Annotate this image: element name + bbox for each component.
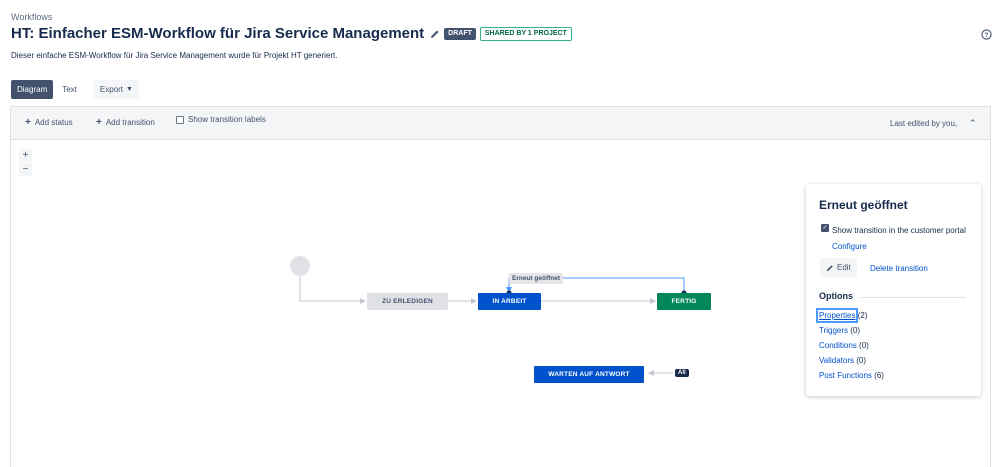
last-edited-text: Last edited by you, bbox=[890, 119, 958, 128]
collapse-icon[interactable]: ⌃ bbox=[969, 118, 977, 129]
properties-count: (2) bbox=[857, 311, 868, 320]
plus-icon: + bbox=[25, 116, 31, 128]
workflow-description: Dieser einfache ESM-Workflow für Jira Se… bbox=[11, 51, 338, 60]
transition-label[interactable]: Erneut geöffnet bbox=[509, 273, 564, 284]
status-done[interactable]: FERTIG bbox=[657, 293, 711, 310]
validators-count: (0) bbox=[856, 356, 866, 365]
triggers-link[interactable]: Triggers bbox=[819, 326, 848, 335]
options-heading: Options bbox=[819, 291, 853, 301]
edit-label: Edit bbox=[837, 263, 851, 272]
conditions-count: (0) bbox=[859, 341, 869, 350]
option-triggers: Triggers (0) bbox=[819, 326, 860, 335]
option-properties: Properties (2) bbox=[815, 308, 868, 323]
plus-icon: + bbox=[96, 116, 102, 128]
start-node[interactable] bbox=[290, 256, 310, 276]
configure-link[interactable]: Configure bbox=[832, 242, 867, 251]
status-waiting[interactable]: WARTEN AUF ANTWORT bbox=[534, 366, 644, 383]
transition-panel: Erneut geöffnet ✓ Show transition in the… bbox=[806, 184, 981, 396]
breadcrumb[interactable]: Workflows bbox=[11, 12, 52, 22]
shared-badge[interactable]: SHARED BY 1 PROJECT bbox=[479, 26, 572, 41]
option-post-functions: Post Functions (6) bbox=[819, 371, 884, 380]
delete-transition-link[interactable]: Delete transition bbox=[870, 264, 928, 273]
panel-title: Erneut geöffnet bbox=[819, 198, 908, 212]
tab-diagram[interactable]: Diagram bbox=[11, 80, 54, 99]
conditions-link[interactable]: Conditions bbox=[819, 341, 857, 350]
customer-portal-text: Show transition in the customer portal C… bbox=[832, 223, 972, 255]
export-button[interactable]: Export ▼ bbox=[93, 80, 139, 99]
workflow-canvas: + Add status + Add transition Show trans… bbox=[10, 106, 991, 467]
draft-badge: DRAFT bbox=[444, 27, 476, 40]
svg-text:?: ? bbox=[985, 32, 989, 39]
start-transition-line bbox=[299, 276, 366, 304]
post-functions-count: (6) bbox=[874, 371, 884, 380]
page-title: HT: Einfacher ESM-Workflow für Jira Serv… bbox=[11, 25, 425, 42]
post-functions-link[interactable]: Post Functions bbox=[819, 371, 872, 380]
pencil-icon[interactable] bbox=[430, 29, 440, 39]
help-icon[interactable]: ? bbox=[981, 29, 992, 40]
all-transition-badge[interactable]: All bbox=[675, 369, 689, 377]
title-row: HT: Einfacher ESM-Workflow für Jira Serv… bbox=[11, 25, 572, 42]
option-conditions: Conditions (0) bbox=[819, 341, 869, 350]
edit-button[interactable]: Edit bbox=[820, 258, 857, 277]
status-todo[interactable]: ZU ERLEDIGEN bbox=[367, 293, 448, 310]
add-transition-label: Add transition bbox=[105, 118, 155, 127]
view-tabs: Diagram Text Export ▼ bbox=[11, 80, 139, 99]
add-status-label: Add status bbox=[34, 118, 73, 127]
export-label: Export bbox=[99, 85, 124, 94]
show-labels-checkbox[interactable] bbox=[176, 115, 184, 124]
option-validators: Validators (0) bbox=[819, 356, 866, 365]
diagram-toolbar: + Add status + Add transition Show trans… bbox=[11, 107, 990, 140]
validators-link[interactable]: Validators bbox=[819, 356, 854, 365]
add-transition-button[interactable]: + Add transition bbox=[96, 116, 155, 128]
options-divider bbox=[860, 297, 966, 298]
add-status-button[interactable]: + Add status bbox=[25, 116, 73, 128]
show-labels-toggle[interactable]: Show transition labels bbox=[176, 115, 266, 124]
status-in-progress[interactable]: IN ARBEIT bbox=[478, 293, 541, 310]
customer-portal-checkbox[interactable]: ✓ bbox=[821, 224, 829, 232]
chevron-down-icon: ▼ bbox=[126, 86, 133, 93]
customer-portal-label: Show transition in the customer portal bbox=[832, 226, 966, 235]
tab-text[interactable]: Text bbox=[56, 80, 83, 99]
show-labels-label: Show transition labels bbox=[188, 115, 266, 124]
triggers-count: (0) bbox=[850, 326, 861, 335]
pencil-icon bbox=[826, 264, 833, 271]
diagram-area[interactable]: + − ZU ERLEDIGEN IN ARBEIT FERTIG WARTEN… bbox=[11, 140, 990, 467]
properties-link[interactable]: Properties bbox=[815, 308, 859, 323]
